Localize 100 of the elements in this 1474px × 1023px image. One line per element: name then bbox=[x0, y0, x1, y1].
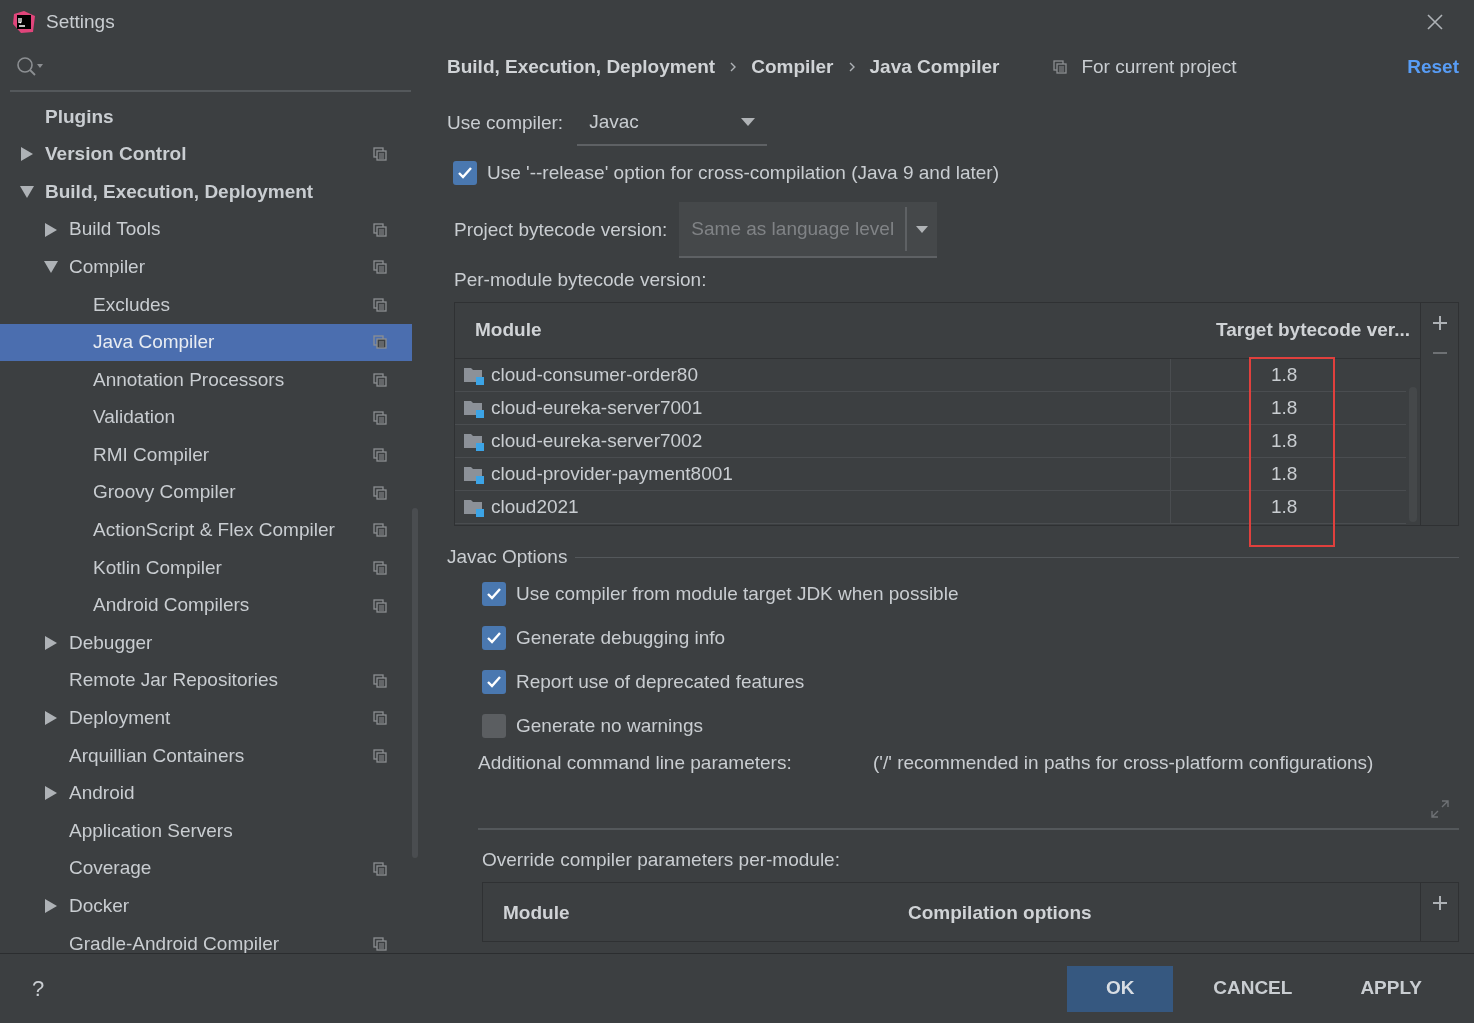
tree-item[interactable]: Gradle-Android Compiler bbox=[0, 925, 412, 953]
column-header[interactable]: Module bbox=[455, 316, 1171, 345]
tree-item-label: Application Servers bbox=[69, 818, 234, 843]
field-label: Project bytecode version: bbox=[454, 217, 668, 242]
collapsed-arrow-icon[interactable] bbox=[44, 899, 58, 914]
tree-item-label: Build Tools bbox=[69, 217, 162, 242]
tree-item[interactable]: Deployment bbox=[0, 699, 412, 738]
tree-item-label: Validation bbox=[93, 405, 177, 430]
checkbox-label: Generate no warnings bbox=[516, 713, 703, 738]
table-cell: cloud2021 bbox=[455, 491, 1171, 523]
hint-text: ('/' recommended in paths for cross-platform configurations) bbox=[873, 750, 1374, 775]
help-button[interactable]: ? bbox=[32, 972, 1068, 1005]
checkbox[interactable] bbox=[453, 161, 477, 185]
tree-item[interactable]: Android Compilers bbox=[0, 586, 412, 625]
tree-item-label: Version Control bbox=[45, 142, 188, 167]
tree-item[interactable]: Build, Execution, Deployment bbox=[0, 173, 412, 211]
tree-item[interactable]: Plugins bbox=[0, 98, 412, 136]
checkbox[interactable] bbox=[482, 582, 506, 606]
breadcrumb[interactable]: Java Compiler bbox=[869, 52, 1000, 82]
tree-item-label: Remote Jar Repositories bbox=[69, 668, 280, 693]
tree-item-label: Plugins bbox=[45, 104, 115, 129]
tree-item-label: Build, Execution, Deployment bbox=[45, 179, 315, 204]
tree-item[interactable]: Annotation Processors bbox=[0, 361, 412, 399]
checkbox[interactable] bbox=[482, 714, 506, 738]
table-cell-text: 1.8 bbox=[1270, 395, 1299, 420]
table-cell-text: 1.8 bbox=[1270, 461, 1299, 486]
tree-item-label: RMI Compiler bbox=[93, 442, 211, 467]
tree-item[interactable]: Java Compiler bbox=[0, 323, 412, 362]
table-cell-text: 1.8 bbox=[1270, 362, 1299, 387]
column-header[interactable]: Target bytecode ver... bbox=[1171, 316, 1420, 345]
chevron-icon bbox=[729, 61, 738, 73]
column-header[interactable]: Compilation options bbox=[908, 883, 1420, 941]
window-title: Settings bbox=[46, 9, 116, 34]
add-icon[interactable] bbox=[1431, 315, 1448, 331]
app-logo-icon bbox=[12, 10, 36, 34]
collapsed-arrow-icon[interactable] bbox=[20, 147, 34, 162]
compiler-dropdown[interactable]: Javac bbox=[577, 100, 768, 146]
tree-item[interactable]: Groovy Compiler bbox=[0, 473, 412, 512]
section-label: Override compiler parameters per-module: bbox=[482, 848, 841, 872]
reset-link[interactable]: Reset bbox=[1407, 52, 1459, 82]
tree-item[interactable]: Version Control bbox=[0, 135, 412, 174]
add-icon[interactable] bbox=[1431, 895, 1448, 911]
copy-icon bbox=[1053, 60, 1068, 74]
table-cell: cloud-provider-payment8001 bbox=[455, 458, 1171, 490]
checkbox-label: Use compiler from module target JDK when possible bbox=[516, 581, 959, 606]
checkbox-label: Report use of deprecated features bbox=[516, 669, 805, 694]
tree-item[interactable]: Android bbox=[0, 774, 412, 813]
checkbox-label: Use '--release' option for cross-compilation (Java 9 and later) bbox=[487, 160, 1000, 185]
tree-item-label: Android bbox=[69, 781, 136, 806]
tree-item-label: Groovy Compiler bbox=[93, 480, 237, 505]
table-cell-text: 1.8 bbox=[1270, 428, 1299, 453]
dialog-button[interactable]: CANCEL bbox=[1181, 965, 1325, 1012]
tree-item[interactable]: Build Tools bbox=[0, 210, 412, 249]
tree-item[interactable]: Remote Jar Repositories bbox=[0, 661, 412, 700]
tree-item[interactable]: Coverage bbox=[0, 849, 412, 888]
tree-item-label: Java Compiler bbox=[93, 330, 216, 355]
tree-item-label: Compiler bbox=[69, 254, 147, 279]
tree-item[interactable]: RMI Compiler bbox=[0, 436, 412, 474]
tree-item-label: Gradle-Android Compiler bbox=[69, 931, 281, 953]
table-cell-text: 1.8 bbox=[1270, 494, 1299, 519]
breadcrumb[interactable]: Build, Execution, Deployment bbox=[447, 52, 716, 82]
collapsed-arrow-icon[interactable] bbox=[44, 711, 58, 726]
tree-item[interactable]: Kotlin Compiler bbox=[0, 549, 412, 587]
tree-item[interactable]: Application Servers bbox=[0, 812, 412, 850]
module-folder-icon bbox=[463, 398, 485, 418]
search-icon bbox=[16, 56, 44, 78]
collapsed-arrow-icon[interactable] bbox=[44, 786, 58, 801]
table-cell: cloud-consumer-order80 bbox=[455, 359, 1171, 391]
breadcrumb[interactable]: Compiler bbox=[751, 52, 834, 82]
module-folder-icon bbox=[463, 464, 485, 484]
dialog-button[interactable]: OK bbox=[1067, 965, 1174, 1012]
expanded-arrow-icon[interactable] bbox=[44, 260, 58, 275]
tree-item-label: Arquillian Containers bbox=[69, 743, 246, 768]
tree-item-label: Kotlin Compiler bbox=[93, 555, 223, 580]
collapsed-arrow-icon[interactable] bbox=[44, 222, 58, 237]
tree-item[interactable]: ActionScript & Flex Compiler bbox=[0, 511, 412, 550]
dropdown-arrow-icon bbox=[741, 118, 756, 126]
module-folder-icon bbox=[463, 431, 485, 451]
table-cell: cloud-eureka-server7002 bbox=[455, 425, 1171, 457]
tree-item[interactable]: Excludes bbox=[0, 285, 412, 324]
field-label: Use compiler: bbox=[447, 110, 564, 135]
section-title: Javac Options bbox=[447, 544, 568, 569]
collapsed-arrow-icon[interactable] bbox=[44, 636, 58, 651]
close-icon[interactable] bbox=[1426, 13, 1444, 31]
tree-item-label: Android Compilers bbox=[93, 593, 251, 618]
tree-item[interactable]: Debugger bbox=[0, 624, 412, 662]
checkbox[interactable] bbox=[482, 626, 506, 650]
tree-item[interactable]: Compiler bbox=[0, 248, 412, 286]
tree-item-label: Annotation Processors bbox=[93, 367, 286, 392]
column-header[interactable]: Module bbox=[483, 883, 908, 941]
field-label: Additional command line parameters: bbox=[478, 750, 793, 775]
tree-item[interactable]: Arquillian Containers bbox=[0, 737, 412, 775]
table-cell: cloud-eureka-server7001 bbox=[455, 392, 1171, 424]
tree-item[interactable]: Validation bbox=[0, 398, 412, 437]
expanded-arrow-icon[interactable] bbox=[20, 185, 34, 199]
checkbox[interactable] bbox=[482, 670, 506, 694]
chevron-icon bbox=[847, 61, 856, 73]
tree-item-label: ActionScript & Flex Compiler bbox=[93, 518, 336, 543]
dialog-button[interactable]: APPLY bbox=[1328, 965, 1454, 1012]
tree-item[interactable]: Docker bbox=[0, 887, 412, 926]
